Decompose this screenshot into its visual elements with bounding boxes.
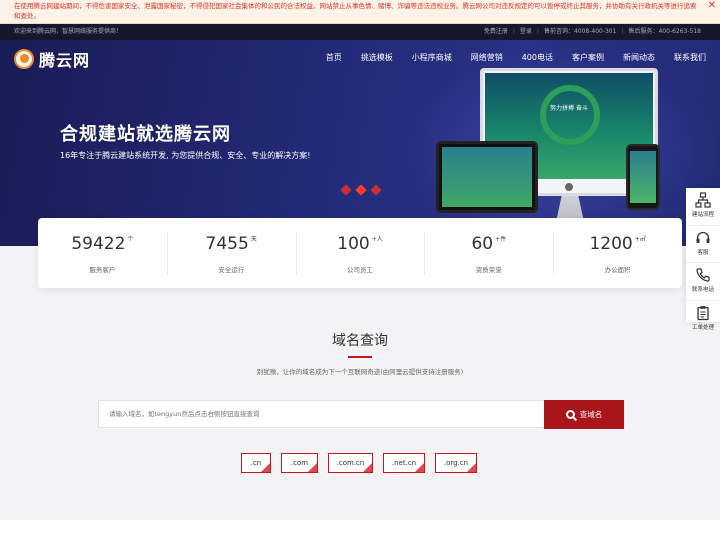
top-links: 免费注册 | 登录 | 售前咨询：4008-400-301 | 售后服务：400…: [479, 24, 706, 40]
float-label: 工单处理: [691, 324, 714, 331]
float-item-service[interactable]: 客服: [686, 230, 720, 263]
slide-indicators: [340, 184, 387, 196]
stat-unit: +人: [371, 236, 383, 243]
stats-panel: 59422 个 服务客户 7455 天 安全运行 100 +人 公司员工 60 +件 资…: [38, 218, 682, 288]
float-label: 建站流程: [691, 212, 714, 218]
stat-value: 7455: [205, 234, 249, 254]
nav-item-contact[interactable]: 联系我们: [674, 52, 706, 63]
domain-search-button-label: 查域名: [579, 410, 603, 419]
stat-label: 服务客户: [89, 266, 116, 274]
stat-value: 60: [471, 234, 494, 254]
float-item-phone[interactable]: 联系电话: [686, 267, 720, 301]
stat-office-area: 1200 +㎡ 办公面积: [553, 218, 682, 288]
nav-item-marketing[interactable]: 网络营销: [471, 52, 503, 63]
welcome-text: 欢迎来到腾云网，智慧网络服务提供商！: [14, 28, 123, 35]
presales-phone: 售前咨询：4008-400-301: [543, 28, 617, 35]
domain-section-description: 别犹豫，让你的域名成为下一个互联网奇迹(由阿里云提供支持注册服务): [256, 368, 464, 376]
slide-dot[interactable]: [370, 184, 382, 196]
domain-search-input[interactable]: [99, 401, 544, 427]
legal-warning-banner: 在使用腾云网建站期间，不得危害国家安全、泄露国家秘密，不得侵犯国家社会集体的和公…: [0, 0, 720, 24]
logo-icon: [14, 49, 34, 69]
nav-item-400-phone[interactable]: 400电话: [522, 52, 553, 63]
nav-item-miniprogram[interactable]: 小程序商城: [412, 52, 452, 63]
stat-unit: +㎡: [634, 236, 646, 243]
close-icon[interactable]: ✕: [708, 1, 716, 11]
float-item-ticket[interactable]: 工单处理: [686, 305, 720, 339]
stat-safe-days: 7455 天 安全运行: [166, 218, 296, 288]
stat-honors: 60 +件 资质荣誉: [424, 218, 553, 288]
float-label: 联系电话: [691, 287, 714, 293]
float-item-build-process[interactable]: 建站流程: [686, 192, 720, 226]
stat-value: 59422: [71, 234, 126, 254]
stat-employees: 100 +人 公司员工: [295, 218, 425, 288]
stat-unit: 天: [250, 236, 257, 243]
sitemap-icon: [695, 192, 711, 208]
hero-title: 合规建站就选腾云网: [60, 124, 231, 145]
stat-customers: 59422 个 服务客户: [38, 218, 167, 288]
stat-value: 1200: [589, 234, 633, 254]
stat-unit: 个: [127, 236, 134, 243]
tld-com-cn[interactable]: .com.cn: [328, 453, 373, 473]
warning-text: 在使用腾云网建站期间，不得危害国家安全、泄露国家秘密，不得侵犯国家社会集体的和公…: [14, 2, 697, 20]
domain-search-box: [98, 400, 544, 428]
stat-label: 安全运行: [218, 266, 245, 274]
tld-options: .cn .com .com.cn .net.cn .org.cn: [241, 453, 487, 473]
clipboard-icon: [697, 305, 709, 320]
stat-label: 资质荣誉: [475, 266, 502, 274]
tablet-mockup: [436, 141, 538, 213]
monitor-slogan: 努力拼搏 奋斗: [550, 105, 588, 112]
stat-value: 100: [337, 234, 370, 254]
phone-icon: [696, 268, 710, 282]
site-logo[interactable]: 腾云网: [14, 47, 90, 71]
title-underline: [348, 356, 372, 358]
domain-section-title: 域名查询: [332, 333, 388, 349]
nav-item-cases[interactable]: 客户案例: [572, 52, 604, 63]
tld-cn[interactable]: .cn: [241, 453, 271, 473]
stat-label: 办公面积: [604, 266, 631, 274]
float-label: 客服: [697, 249, 709, 256]
hero-banner: 腾云网 首页 挑选模板 小程序商城 网络营销 400电话 客户案例 新闻动态 联…: [0, 40, 720, 246]
nav-item-news[interactable]: 新闻动态: [623, 52, 655, 63]
phone-mockup: [626, 144, 660, 210]
nav-item-templates[interactable]: 挑选模板: [361, 52, 393, 63]
stat-label: 公司员工: [346, 266, 373, 274]
slide-dot-active[interactable]: [355, 184, 367, 196]
logo-text: 腾云网: [39, 51, 91, 70]
slide-dot[interactable]: [340, 184, 352, 196]
login-link[interactable]: 登录: [515, 24, 537, 40]
floating-sidebar: 建站流程 客服 联系电话 工单处理: [686, 188, 720, 331]
next-section: [0, 520, 720, 540]
headset-icon: [696, 231, 710, 243]
tld-net-cn[interactable]: .net.cn: [383, 453, 425, 473]
main-nav: 首页 挑选模板 小程序商城 网络营销 400电话 客户案例 新闻动态 联系我们: [307, 52, 706, 63]
nav-item-home[interactable]: 首页: [326, 52, 342, 63]
hero-subtitle: 16年专注于腾云建站系统开发, 为您提供合规、安全、专业的解决方案!: [60, 151, 311, 160]
stat-unit: +件: [495, 236, 507, 243]
top-bar: 欢迎来到腾云网，智慧网络服务提供商！ 免费注册 | 登录 | 售前咨询：4008…: [0, 24, 720, 40]
aftersales-phone: 售后服务：400-6263-518: [628, 28, 701, 35]
apple-logo-icon: [565, 183, 573, 191]
register-link[interactable]: 免费注册: [479, 24, 513, 40]
domain-search-button[interactable]: 查域名: [544, 400, 624, 429]
tld-org-cn[interactable]: .org.cn: [435, 453, 477, 473]
search-icon: [565, 410, 575, 419]
tld-com[interactable]: .com: [281, 453, 318, 473]
